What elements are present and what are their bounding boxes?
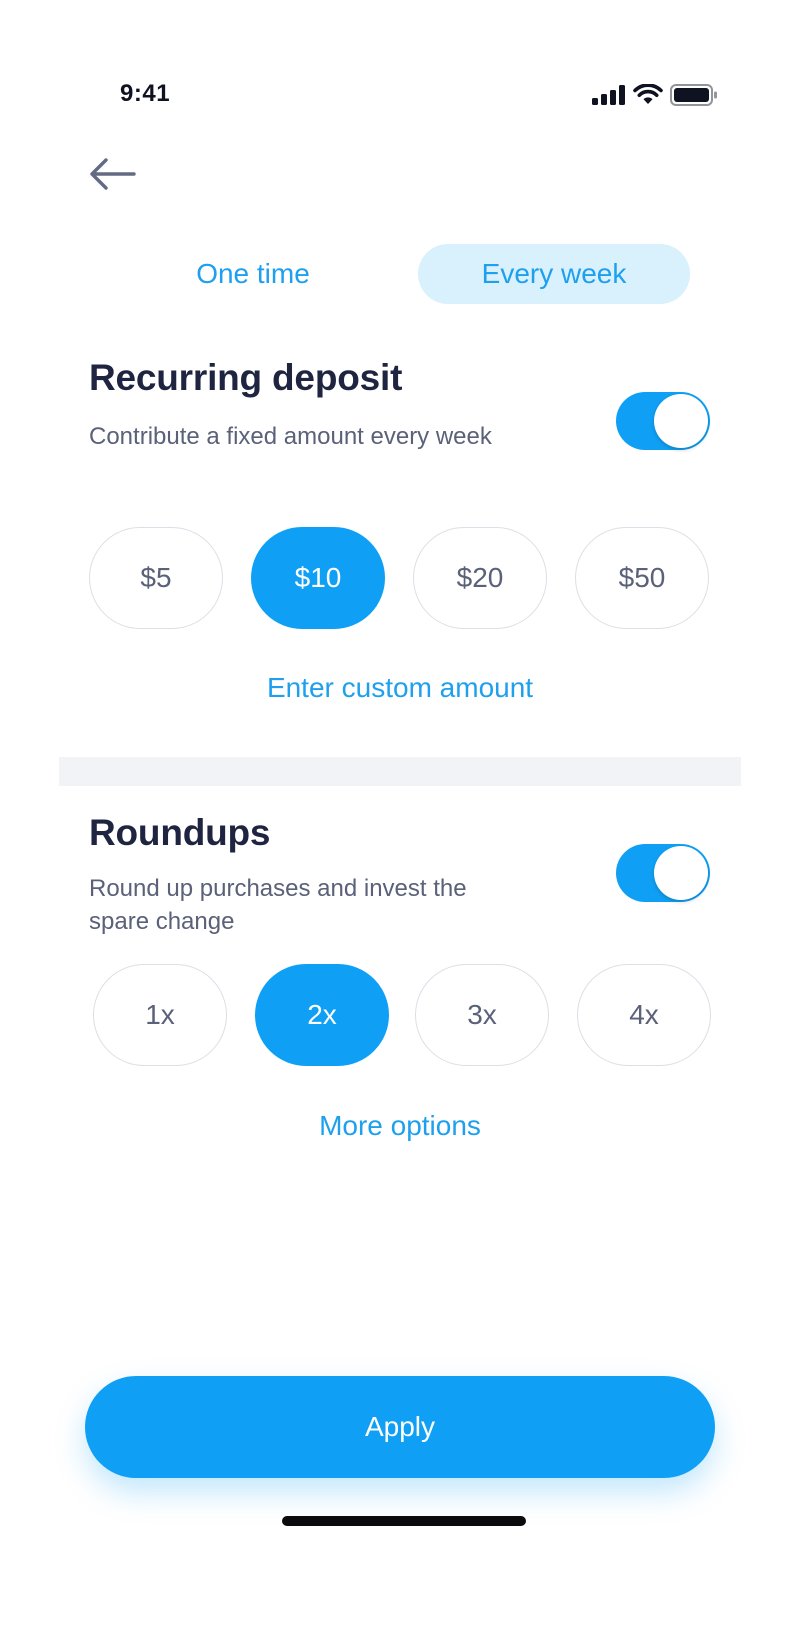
recurring-deposit-description: Contribute a fixed amount every week [89,423,492,450]
toggle-knob [654,394,708,448]
multiplier-option-1x[interactable]: 1x [93,964,227,1066]
amount-option-5[interactable]: $5 [89,527,223,629]
amount-option-10[interactable]: $10 [251,527,385,629]
apply-button[interactable]: Apply [85,1376,715,1478]
tab-one-time[interactable]: One time [118,244,388,304]
roundups-description-line2: spare change [89,908,235,935]
back-button[interactable] [84,150,140,198]
home-indicator [282,1516,526,1526]
status-time: 9:41 [120,80,171,107]
cellular-signal-icon [592,85,625,105]
multiplier-option-2x[interactable]: 2x [255,964,389,1066]
enter-custom-amount-link[interactable]: Enter custom amount [0,672,800,704]
multiplier-options: 1x 2x 3x 4x [93,964,713,1068]
tab-every-week[interactable]: Every week [418,244,690,304]
amount-option-50[interactable]: $50 [575,527,709,629]
roundups-title: Roundups [89,812,271,853]
roundups-toggle[interactable] [616,844,710,902]
amount-option-20[interactable]: $20 [413,527,547,629]
recurring-deposit-title: Recurring deposit [89,357,403,398]
battery-icon [670,84,717,106]
roundups-description-line1: Round up purchases and invest the [89,875,467,902]
recurring-deposit-toggle[interactable] [616,392,710,450]
more-options-link[interactable]: More options [0,1110,800,1142]
multiplier-option-4x[interactable]: 4x [577,964,711,1066]
arrow-left-icon [90,158,136,190]
toggle-knob [654,846,708,900]
wifi-icon [633,84,663,104]
amount-options: $5 $10 $20 $50 [89,527,709,631]
section-divider [59,757,741,786]
multiplier-option-3x[interactable]: 3x [415,964,549,1066]
